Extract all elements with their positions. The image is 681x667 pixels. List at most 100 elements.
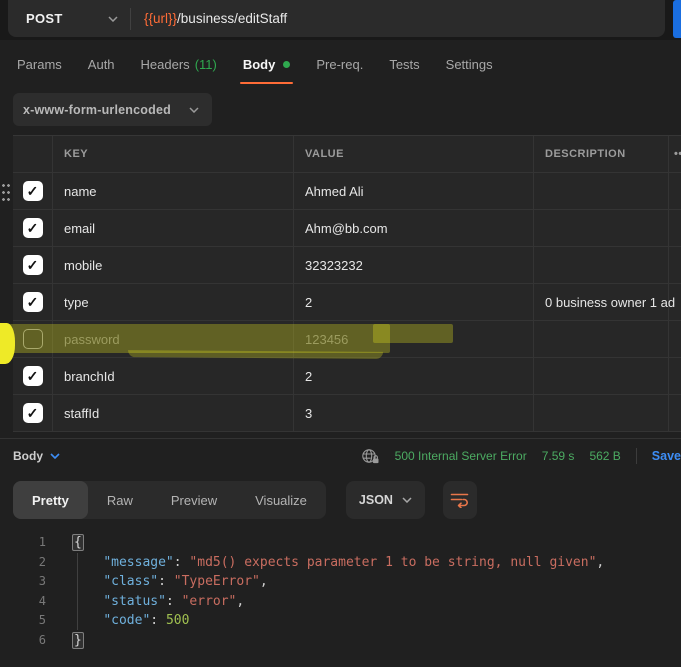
line-content: "class": "TypeError", — [46, 572, 268, 592]
url-variable: {{url}} — [144, 11, 177, 26]
param-key[interactable]: type — [52, 284, 293, 320]
param-row-password: password123456 — [13, 321, 681, 358]
param-value[interactable]: 2 — [293, 284, 533, 320]
chevron-down-icon — [402, 497, 412, 503]
row-more-cell — [668, 395, 681, 431]
line-content: "status": "error", — [46, 592, 244, 612]
row-checkbox[interactable]: ✓ — [23, 218, 43, 238]
response-view-dropdown[interactable]: Body — [13, 449, 60, 463]
param-value[interactable]: Ahm@bb.com — [293, 210, 533, 246]
line-wrap-icon — [450, 492, 469, 508]
param-row-type: ✓ type20 business owner 1 ad — [13, 284, 681, 321]
param-key[interactable]: staffId — [52, 395, 293, 431]
tab-body[interactable]: Body — [230, 40, 304, 88]
row-more-cell — [668, 358, 681, 394]
row-checkbox[interactable]: ✓ — [23, 366, 43, 386]
method-label: POST — [26, 11, 63, 26]
tab-label: Params — [17, 57, 62, 72]
param-description[interactable] — [533, 395, 668, 431]
save-response-button[interactable]: Save — [652, 449, 681, 463]
urlencoded-params-table: KEY VALUE DESCRIPTION ••• ✓ nameAhmed Ali… — [13, 135, 681, 432]
param-description[interactable] — [533, 210, 668, 246]
code-line: 1{ — [0, 533, 681, 553]
tab-label: Auth — [88, 57, 115, 72]
row-checkbox-cell: ✓ — [13, 284, 52, 320]
params-rows: ✓nameAhmed Ali✓emailAhm@bb.com✓mobile323… — [13, 173, 681, 432]
response-body-viewer[interactable]: 1{2 "message": "md5() expects parameter … — [0, 519, 681, 650]
response-tab-preview[interactable]: Preview — [152, 481, 236, 519]
response-tab-visualize[interactable]: Visualize — [236, 481, 326, 519]
row-checkbox[interactable] — [23, 329, 43, 349]
row-more-cell — [668, 247, 681, 283]
param-description[interactable] — [533, 321, 668, 357]
code-lines: 1{2 "message": "md5() expects parameter … — [0, 533, 681, 650]
param-value[interactable]: 3 — [293, 395, 533, 431]
param-key[interactable]: email — [52, 210, 293, 246]
response-view-tabs: PrettyRawPreviewVisualize — [13, 481, 326, 519]
param-row-email: ✓ emailAhm@bb.com — [13, 210, 681, 247]
tab-auth[interactable]: Auth — [75, 40, 128, 88]
chevron-down-icon — [108, 16, 118, 22]
line-content: { — [46, 533, 84, 553]
chevron-down-icon — [189, 107, 199, 113]
tab-label: Body — [243, 57, 276, 72]
line-content: "code": 500 — [46, 611, 189, 631]
row-checkbox[interactable]: ✓ — [23, 181, 43, 201]
response-meta-bar: Body 500 Internal Server Error 7.59 s 56… — [0, 438, 681, 473]
response-tab-raw[interactable]: Raw — [88, 481, 152, 519]
tab-label: Pre-req. — [316, 57, 363, 72]
row-more-cell — [668, 321, 681, 357]
param-value[interactable]: Ahmed Ali — [293, 173, 533, 209]
more-options-icon[interactable]: ••• — [668, 136, 681, 172]
row-checkbox-cell: ✓ — [13, 173, 52, 209]
body-type-dropdown[interactable]: x-www-form-urlencoded — [13, 93, 212, 126]
indent-guide — [77, 553, 78, 630]
tab-params[interactable]: Params — [4, 40, 75, 88]
tab-label: Settings — [446, 57, 493, 72]
param-value[interactable]: 32323232 — [293, 247, 533, 283]
row-checkbox-cell — [13, 321, 52, 357]
line-wrap-button[interactable] — [443, 481, 477, 519]
row-checkbox[interactable]: ✓ — [23, 403, 43, 423]
param-row-branchId: ✓ branchId2 — [13, 358, 681, 395]
globe-lock-icon[interactable] — [361, 448, 380, 465]
row-more-cell — [668, 173, 681, 209]
row-checkbox[interactable]: ✓ — [23, 255, 43, 275]
send-button[interactable] — [673, 0, 681, 38]
param-description[interactable]: 0 business owner 1 ad — [533, 284, 668, 320]
header-checkbox-cell — [13, 136, 52, 172]
param-description[interactable] — [533, 173, 668, 209]
param-row-name: ✓ nameAhmed Ali — [13, 173, 681, 210]
param-key[interactable]: branchId — [52, 358, 293, 394]
param-key[interactable]: password — [52, 321, 293, 357]
row-checkbox-cell: ✓ — [13, 210, 52, 246]
response-format-label: JSON — [359, 493, 393, 507]
tab-settings[interactable]: Settings — [433, 40, 506, 88]
tab-headers[interactable]: Headers(11) — [128, 40, 230, 88]
param-description[interactable] — [533, 247, 668, 283]
table-header-row: KEY VALUE DESCRIPTION ••• — [13, 136, 681, 173]
line-number: 1 — [0, 533, 46, 553]
unsaved-changes-dot — [283, 61, 290, 68]
row-checkbox[interactable]: ✓ — [23, 292, 43, 312]
response-tab-pretty[interactable]: Pretty — [13, 481, 88, 519]
param-key[interactable]: name — [52, 173, 293, 209]
tab-prereq[interactable]: Pre-req. — [303, 40, 376, 88]
column-header-key: KEY — [52, 136, 293, 172]
param-description[interactable] — [533, 358, 668, 394]
param-row-staffId: ✓ staffId3 — [13, 395, 681, 432]
response-meta: 500 Internal Server Error 7.59 s 562 B S… — [361, 448, 681, 465]
param-value[interactable]: 123456 — [293, 321, 533, 357]
param-value[interactable]: 2 — [293, 358, 533, 394]
response-view-label: Body — [13, 449, 43, 463]
row-checkbox-cell: ✓ — [13, 395, 52, 431]
code-line: 3 "class": "TypeError", — [0, 572, 681, 592]
param-key[interactable]: mobile — [52, 247, 293, 283]
url-input[interactable]: {{url}}/business/editStaff — [144, 11, 287, 26]
line-number: 6 — [0, 631, 46, 651]
response-format-dropdown[interactable]: JSON — [346, 481, 425, 519]
tab-tests[interactable]: Tests — [376, 40, 432, 88]
drag-handle-icon[interactable] — [1, 182, 11, 202]
row-checkbox-cell: ✓ — [13, 358, 52, 394]
method-dropdown[interactable]: POST — [8, 11, 130, 26]
